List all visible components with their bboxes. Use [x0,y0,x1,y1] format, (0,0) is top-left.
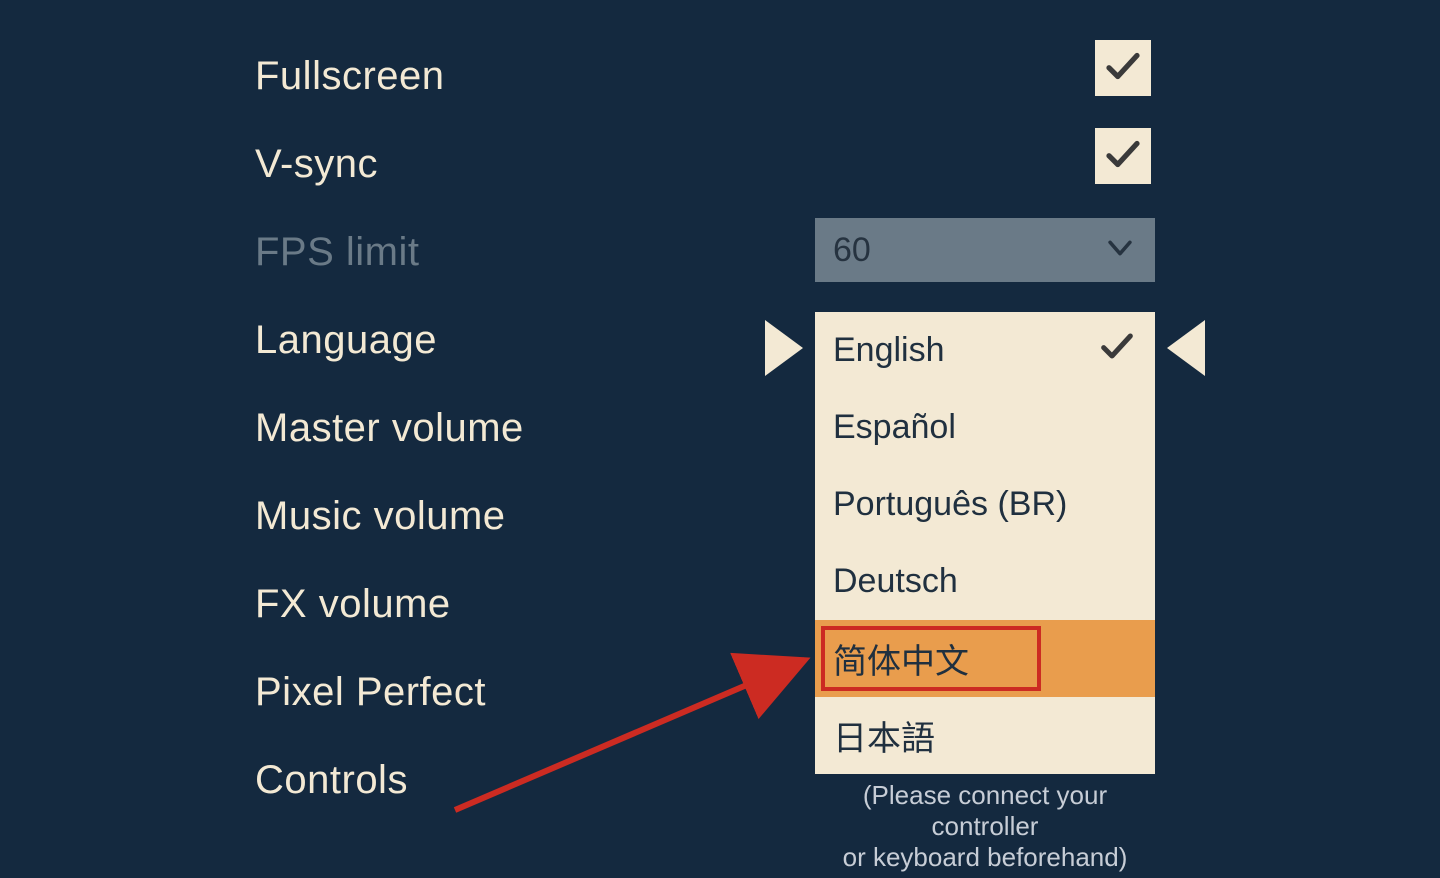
check-icon [1102,45,1144,92]
language-dropdown[interactable]: English Español Português (BR) Deutsch 简… [815,312,1155,774]
vsync-checkbox[interactable] [1095,128,1151,184]
language-option-list: English Español Português (BR) Deutsch 简… [815,312,1155,774]
chevron-down-icon [1103,231,1137,270]
fps-limit-value: 60 [833,231,871,270]
language-option-label: Português (BR) [833,485,1067,524]
check-icon [1102,133,1144,180]
language-option-deutsch[interactable]: Deutsch [815,543,1155,620]
language-option-label: English [833,331,945,370]
language-option-label: 简体中文 [833,634,969,683]
triangle-left-icon[interactable] [765,320,803,376]
triangle-right-icon[interactable] [1167,320,1205,376]
controls-note-line1: (Please connect your controller [815,780,1155,842]
fullscreen-checkbox[interactable] [1095,40,1151,96]
fullscreen-label: Fullscreen [255,54,1155,99]
controls-note: (Please connect your controller or keybo… [815,780,1155,874]
language-option-portugues-br[interactable]: Português (BR) [815,466,1155,543]
row-fullscreen: Fullscreen [255,32,1155,120]
vsync-label: V-sync [255,142,1155,187]
language-option-simplified-chinese[interactable]: 简体中文 [815,620,1155,697]
controls-note-line2: or keyboard beforehand) [815,842,1155,873]
language-option-espanol[interactable]: Español [815,389,1155,466]
fps-limit-dropdown: 60 [815,218,1155,282]
row-vsync: V-sync [255,120,1155,208]
language-option-label: 日本語 [833,711,935,760]
language-option-japanese[interactable]: 日本語 [815,697,1155,774]
language-option-english[interactable]: English [815,312,1155,389]
language-option-label: Español [833,408,956,447]
language-option-label: Deutsch [833,562,958,601]
check-icon [1097,326,1137,375]
